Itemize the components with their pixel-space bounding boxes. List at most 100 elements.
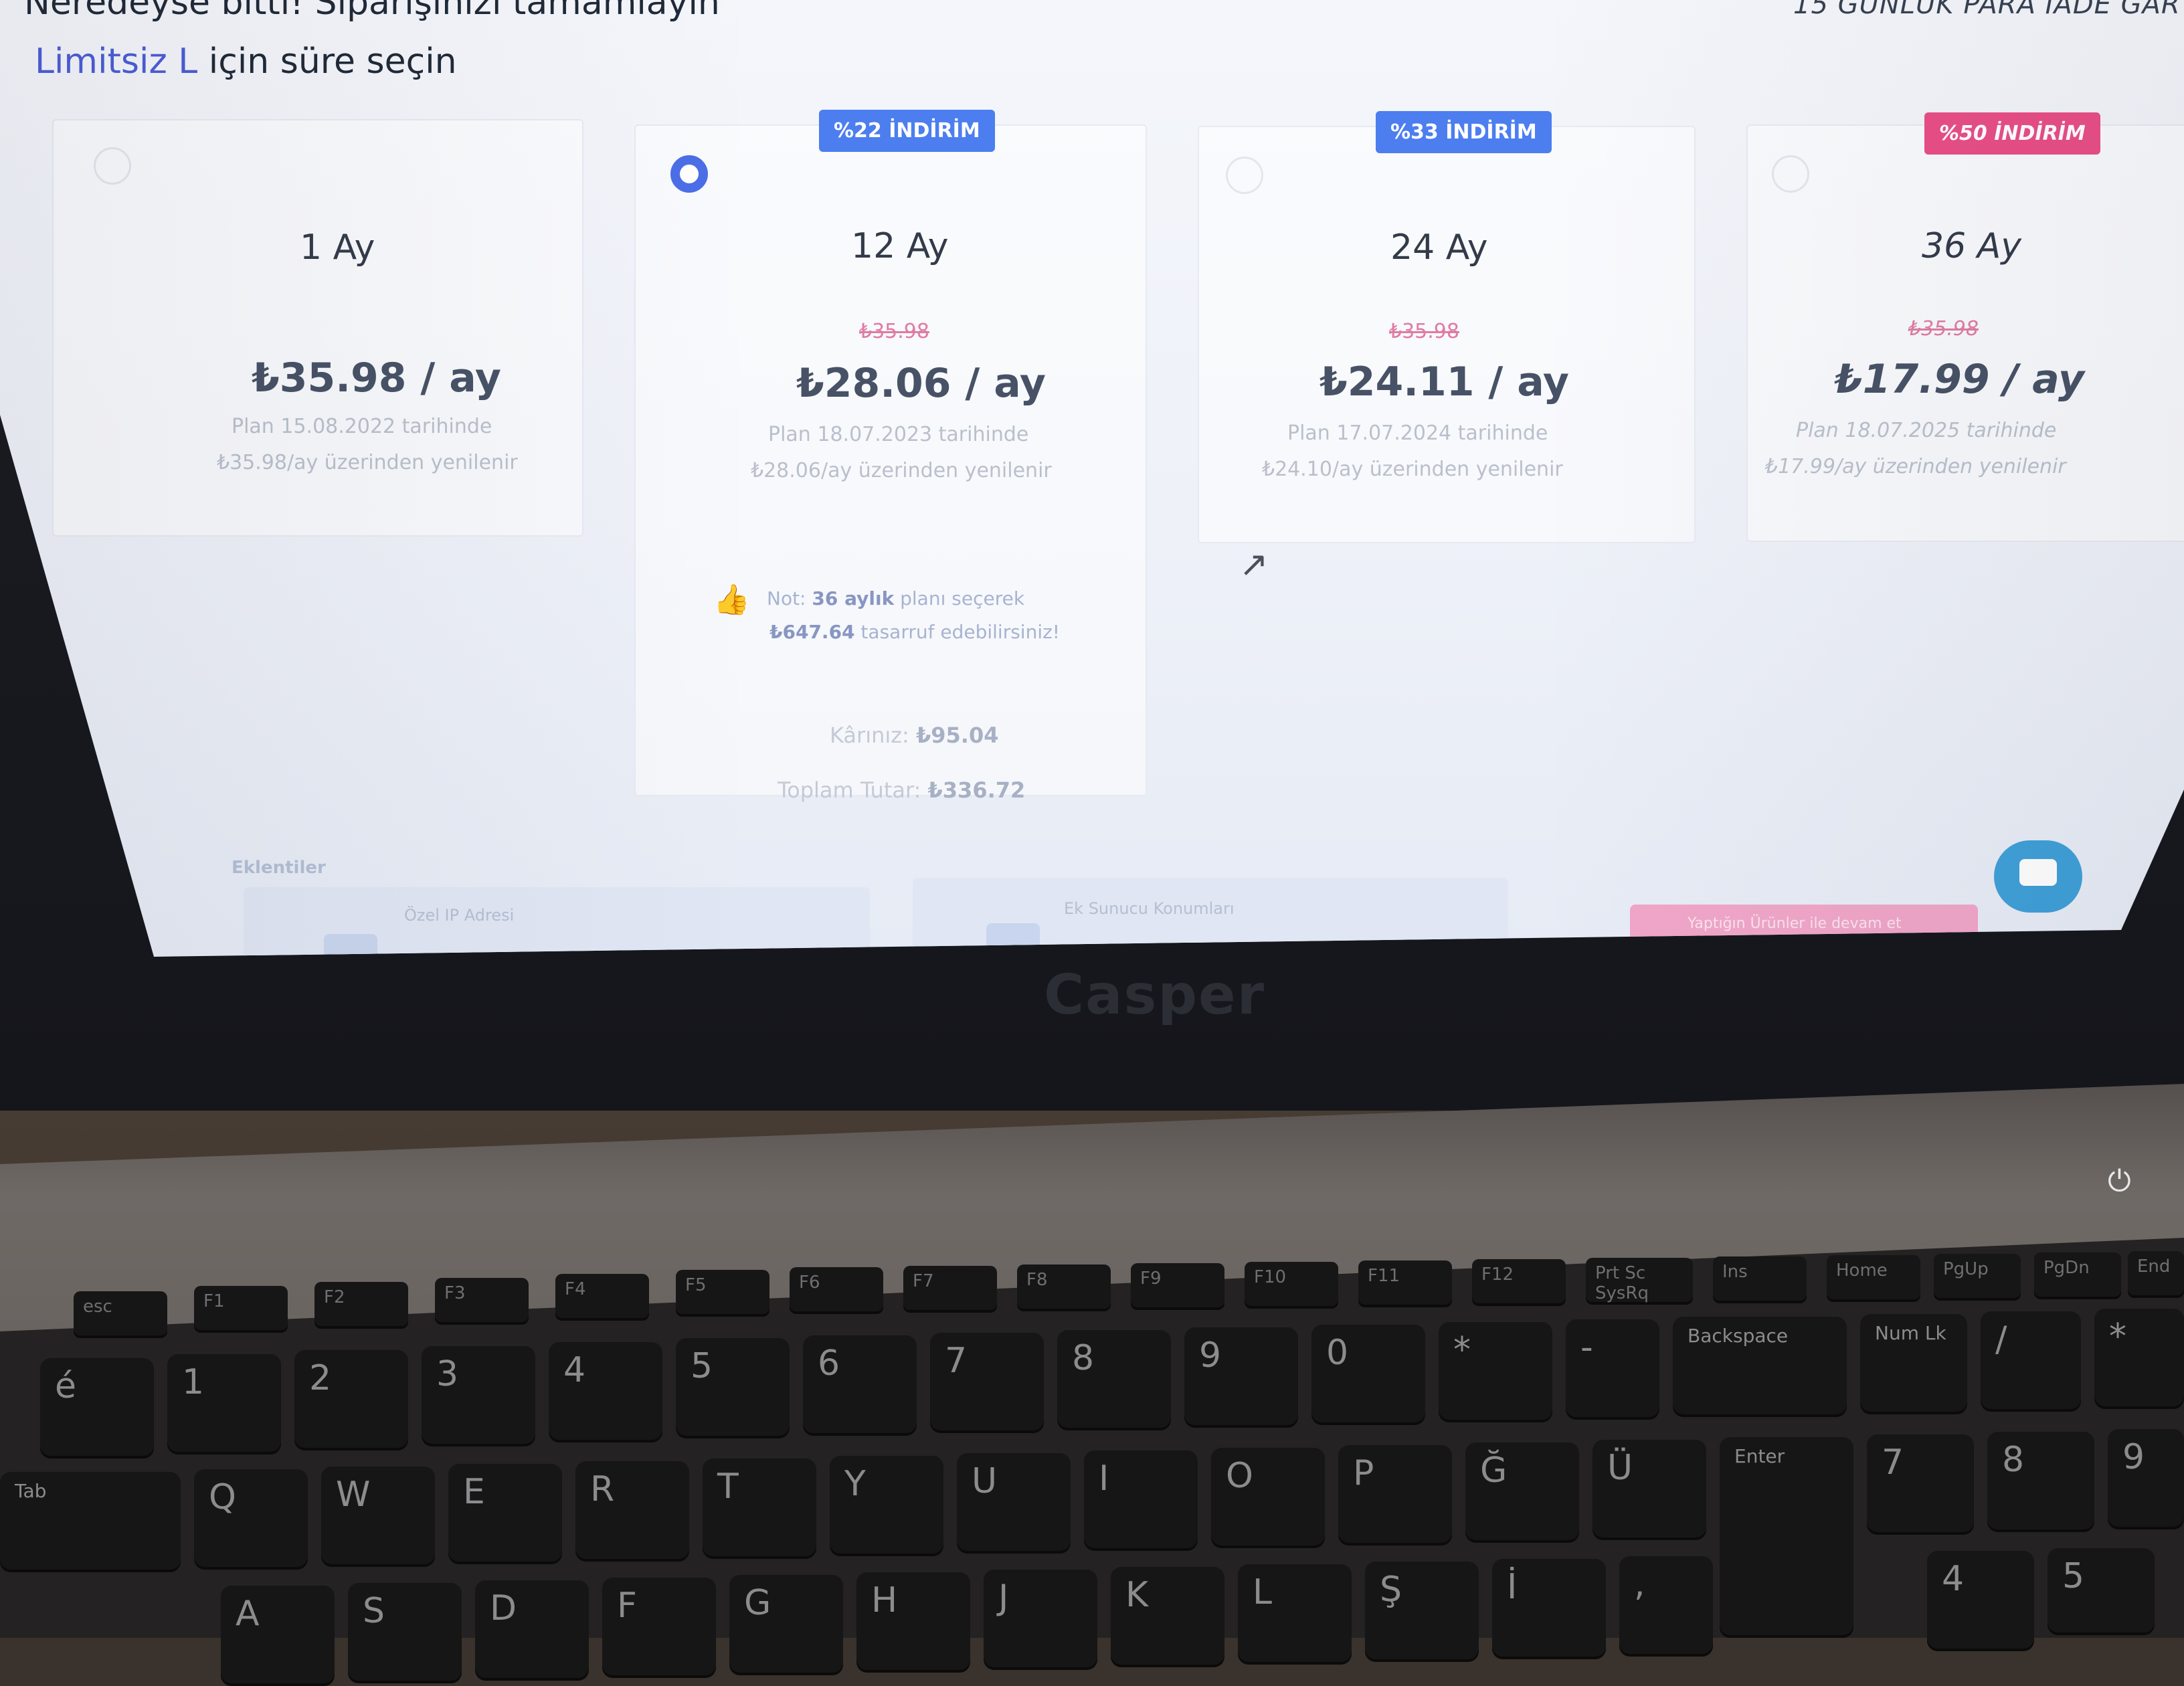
plan-old-price: ₺35.98 (859, 320, 929, 343)
key-0[interactable]: 0 (1311, 1325, 1425, 1425)
key-9[interactable]: 9 (1184, 1327, 1298, 1428)
profit-summary: Kârınız: ₺95.04 (830, 723, 999, 748)
key-u[interactable]: U (957, 1453, 1071, 1554)
key-numpad-slash[interactable]: / (1981, 1311, 2081, 1412)
key-g[interactable]: G (729, 1575, 843, 1675)
subheading-text: için süre seçin (197, 41, 457, 82)
key-1[interactable]: 1 (167, 1354, 281, 1455)
key-comma[interactable]: , (1619, 1556, 1713, 1657)
plan-renew-price: ₺24.10/ay üzerinden yenilenir (1262, 458, 1563, 481)
addon-label: Ek Sunucu Konumları (1064, 899, 1235, 918)
key-f9[interactable]: F9 (1131, 1263, 1224, 1310)
plan-card-36-months[interactable]: 36 Ay ₺35.98 ₺17.99 / ay Plan 18.07.2025… (1746, 124, 2184, 542)
key-s[interactable]: S (348, 1583, 462, 1683)
key-f8[interactable]: F8 (1017, 1264, 1111, 1311)
key-d[interactable]: D (475, 1580, 589, 1681)
key-home[interactable]: Home (1827, 1255, 1920, 1302)
key-l[interactable]: L (1238, 1564, 1352, 1665)
key-y[interactable]: Y (830, 1456, 943, 1556)
key-f2[interactable]: F2 (314, 1282, 408, 1329)
plan-radio-36-months[interactable] (1772, 155, 1809, 193)
key-f7[interactable]: F7 (903, 1266, 997, 1313)
key-3[interactable]: 3 (422, 1346, 535, 1446)
key-pgup[interactable]: PgUp (1934, 1254, 2021, 1301)
key-t[interactable]: T (703, 1459, 816, 1559)
key-numpad-5[interactable]: 5 (2047, 1548, 2155, 1635)
plan-renew-price: ₺17.99/ay üzerinden yenilenir (1765, 455, 2066, 478)
plan-old-price: ₺35.98 (1389, 320, 1459, 343)
plan-renew-price: ₺35.98/ay üzerinden yenilenir (217, 451, 518, 474)
page-heading: Neredeyse bitti! Siparişinizi tamamlayın (24, 0, 720, 23)
key-numpad-8[interactable]: 8 (1987, 1432, 2094, 1532)
key-7[interactable]: 7 (930, 1333, 1044, 1433)
plan-radio-1-month[interactable] (94, 147, 131, 185)
key-5[interactable]: 5 (676, 1338, 790, 1438)
key-numpad-4[interactable]: 4 (1927, 1551, 2034, 1651)
key-asterisk[interactable]: * (1439, 1322, 1552, 1422)
key-p[interactable]: P (1338, 1445, 1452, 1546)
discount-badge: %33 İNDİRİM (1376, 111, 1552, 153)
key-f10[interactable]: F10 (1245, 1262, 1338, 1309)
mouse-cursor-icon: ↗ (1239, 545, 1269, 585)
key-2[interactable]: 2 (294, 1350, 408, 1450)
thumbs-up-icon: 👍 (713, 583, 750, 617)
key-r[interactable]: R (575, 1461, 689, 1562)
plan-price: ₺28.06 / ay (796, 360, 1046, 407)
key-ins[interactable]: Ins (1713, 1256, 1807, 1303)
key-f11[interactable]: F11 (1358, 1260, 1452, 1307)
key-numlock[interactable]: Num Lk (1860, 1314, 1967, 1414)
key-end[interactable]: End (2128, 1251, 2184, 1298)
key-o[interactable]: O (1211, 1448, 1325, 1548)
key-i[interactable]: I (1084, 1450, 1198, 1551)
plan-renew-price: ₺28.06/ay üzerinden yenilenir (751, 459, 1052, 482)
key-f[interactable]: F (602, 1578, 716, 1678)
laptop-screen: Neredeyse bitti! Siparişinizi tamamlayın… (0, 0, 2184, 957)
key-a[interactable]: A (221, 1586, 335, 1686)
key-g-breve[interactable]: Ğ (1465, 1442, 1579, 1543)
key-f5[interactable]: F5 (676, 1270, 769, 1317)
key-dotted-i[interactable]: İ (1492, 1559, 1606, 1659)
key-u-umlaut[interactable]: Ü (1592, 1440, 1706, 1540)
plan-card-1-month[interactable]: 1 Ay ₺35.98 / ay Plan 15.08.2022 tarihin… (52, 119, 583, 537)
key-h[interactable]: H (856, 1572, 970, 1673)
selected-plan-name[interactable]: Limitsiz L (35, 41, 197, 82)
key-backspace[interactable]: Backspace (1673, 1317, 1847, 1417)
key-k[interactable]: K (1111, 1567, 1224, 1667)
key-esc[interactable]: esc (74, 1291, 167, 1338)
key-j[interactable]: J (984, 1570, 1097, 1670)
key-numpad-7[interactable]: 7 (1867, 1434, 1974, 1535)
key-6[interactable]: 6 (803, 1335, 917, 1436)
key-4[interactable]: 4 (549, 1342, 662, 1442)
addon-card-dedicated-ip[interactable]: Özel IP Adresi (244, 887, 870, 957)
live-chat-button[interactable] (1994, 840, 2082, 913)
plan-radio-24-months[interactable] (1226, 157, 1263, 194)
key-f4[interactable]: F4 (555, 1274, 649, 1321)
key-enter[interactable]: Enter (1720, 1437, 1853, 1638)
plan-radio-12-months[interactable] (670, 155, 708, 193)
key-8[interactable]: 8 (1057, 1330, 1171, 1430)
plan-card-12-months[interactable]: 12 Ay ₺35.98 ₺28.06 / ay Plan 18.07.2023… (634, 124, 1147, 796)
key-minus[interactable]: - (1566, 1319, 1659, 1420)
key-w[interactable]: W (321, 1467, 435, 1567)
key-e[interactable]: E (448, 1464, 562, 1564)
plan-price: ₺17.99 / ay (1835, 356, 2084, 403)
key-numpad-9[interactable]: 9 (2108, 1429, 2184, 1529)
key-f6[interactable]: F6 (790, 1267, 883, 1314)
plan-renew-date: Plan 15.08.2022 tarihinde (232, 415, 492, 438)
plan-period: 24 Ay (1390, 227, 1488, 268)
key-tab[interactable]: Tab (0, 1472, 181, 1572)
key-s-cedilla[interactable]: Ş (1365, 1562, 1479, 1662)
key-q[interactable]: Q (194, 1469, 308, 1570)
savings-note-line1: Not: 36 aylık planı seçerek (767, 587, 1025, 610)
key-f12[interactable]: F12 (1472, 1259, 1566, 1306)
key-f1[interactable]: F1 (194, 1286, 288, 1333)
plan-card-24-months[interactable]: 24 Ay ₺35.98 ₺24.11 / ay Plan 17.07.2024… (1198, 126, 1696, 543)
key-f3[interactable]: F3 (435, 1278, 529, 1325)
plan-renew-date: Plan 18.07.2025 tarihinde (1796, 419, 2057, 442)
plan-price: ₺35.98 / ay (252, 355, 501, 401)
plan-period: 1 Ay (300, 227, 375, 268)
key-pgdn[interactable]: PgDn (2034, 1252, 2121, 1299)
key-prtsc[interactable]: Prt Sc SysRq (1586, 1258, 1693, 1305)
key-e-acute[interactable]: é (40, 1358, 154, 1459)
key-numpad-asterisk[interactable]: * (2094, 1309, 2184, 1409)
